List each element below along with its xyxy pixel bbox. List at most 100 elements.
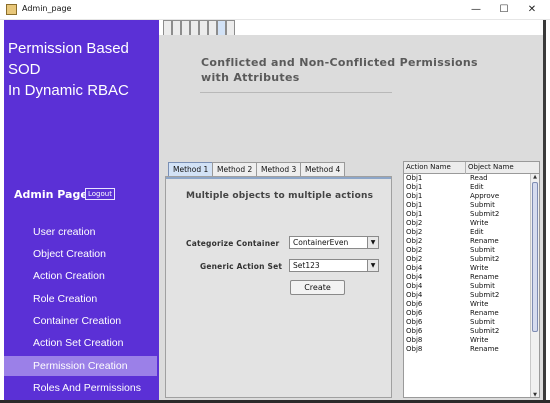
table-row[interactable]: Obj2 Edit: [404, 228, 530, 237]
cell-object-name: Submit: [470, 318, 495, 326]
cell-object-name: Write: [470, 219, 489, 227]
table-row[interactable]: Obj1 Approve: [404, 192, 530, 201]
cell-action-name: Obj1: [406, 192, 423, 200]
table-row[interactable]: Obj6 Rename: [404, 309, 530, 318]
close-button[interactable]: ✕: [518, 2, 546, 18]
brand-line-1: Permission Based SOD: [8, 40, 129, 78]
cell-object-name: Submit: [470, 282, 495, 290]
cell-action-name: Obj6: [406, 300, 423, 308]
create-button[interactable]: Create: [290, 280, 345, 295]
window-title: Admin_page: [22, 4, 72, 13]
cell-object-name: Submit: [470, 201, 495, 209]
cell-action-name: Obj4: [406, 273, 423, 281]
cell-object-name: Write: [470, 300, 489, 308]
table-row[interactable]: Obj2 Submit: [404, 246, 530, 255]
top-tab[interactable]: [190, 20, 199, 35]
cell-object-name: Rename: [470, 345, 499, 353]
sidebar-item-action-creation[interactable]: Action Creation: [4, 266, 157, 286]
permissions-table[interactable]: Action Name Object Name Obj1 Read Obj1 Edit…: [403, 161, 540, 398]
sidebar-item-user-creation[interactable]: User creation: [4, 222, 157, 242]
top-tab-strip: [163, 20, 241, 35]
cell-action-name: Obj8: [406, 336, 423, 344]
container-select[interactable]: ContainerEven ▼: [289, 236, 379, 249]
page-title: Conflicted and Non-Conflicted Permission…: [201, 55, 478, 85]
top-tab[interactable]: [226, 20, 235, 35]
title-divider: [200, 92, 392, 93]
cell-object-name: Submit2: [470, 255, 500, 263]
sidebar-item-roles-and-permissions[interactable]: Roles And Permissions: [4, 378, 157, 398]
sidebar-item-container-creation[interactable]: Container Creation: [4, 311, 157, 331]
tab-method-4[interactable]: Method 4: [300, 162, 346, 176]
column-header-object-name[interactable]: Object Name: [466, 162, 534, 174]
sidebar-item-action-set-creation[interactable]: Action Set Creation: [4, 333, 157, 353]
action-set-select-value: Set123: [293, 261, 320, 270]
scroll-up-icon[interactable]: ▲: [531, 174, 539, 181]
cell-action-name: Obj8: [406, 345, 423, 353]
sidebar-item-permission-creation[interactable]: Permission Creation: [4, 356, 157, 376]
scroll-thumb[interactable]: [532, 182, 538, 332]
table-row[interactable]: Obj8 Rename: [404, 345, 530, 354]
top-tab-active[interactable]: [217, 20, 226, 35]
admin-page-label: Admin Page: [14, 188, 88, 201]
table-body: Obj1 Read Obj1 Edit Obj1 Approve Obj1 Submit Obj…: [404, 174, 530, 354]
cell-object-name: Edit: [470, 228, 484, 236]
cell-action-name: Obj2: [406, 255, 423, 263]
cell-object-name: Edit: [470, 183, 484, 191]
scroll-down-icon[interactable]: ▼: [531, 392, 539, 397]
cell-action-name: Obj2: [406, 246, 423, 254]
cell-object-name: Submit2: [470, 210, 500, 218]
table-scrollbar[interactable]: ▲ ▼: [530, 174, 539, 397]
tab-method-3[interactable]: Method 3: [256, 162, 302, 176]
method-1-panel: Multiple objects to multiple actions Cat…: [165, 176, 392, 398]
cell-object-name: Write: [470, 336, 489, 344]
action-set-select[interactable]: Set123 ▼: [289, 259, 379, 272]
container-select-value: ContainerEven: [293, 238, 349, 247]
table-row[interactable]: Obj6 Submit2: [404, 327, 530, 336]
minimize-button[interactable]: —: [462, 2, 490, 18]
chevron-down-icon[interactable]: ▼: [367, 260, 378, 271]
cell-object-name: Submit2: [470, 291, 500, 299]
table-row[interactable]: Obj2 Rename: [404, 237, 530, 246]
table-row[interactable]: Obj1 Submit2: [404, 210, 530, 219]
sidebar-item-object-creation[interactable]: Object Creation: [4, 244, 157, 264]
cell-object-name: Submit2: [470, 327, 500, 335]
table-row[interactable]: Obj1 Read: [404, 174, 530, 183]
window-titlebar: Admin_page — ☐ ✕: [0, 0, 550, 20]
cell-action-name: Obj2: [406, 228, 423, 236]
cell-action-name: Obj6: [406, 327, 423, 335]
method-subheading: Multiple objects to multiple actions: [186, 191, 374, 201]
cell-object-name: Submit: [470, 246, 495, 254]
table-row[interactable]: Obj2 Submit2: [404, 255, 530, 264]
cell-action-name: Obj1: [406, 183, 423, 191]
cell-action-name: Obj1: [406, 210, 423, 218]
tab-method-2[interactable]: Method 2: [212, 162, 258, 176]
table-row[interactable]: Obj8 Write: [404, 336, 530, 345]
table-row[interactable]: Obj6 Submit: [404, 318, 530, 327]
maximize-button[interactable]: ☐: [490, 2, 518, 18]
app-icon: [6, 4, 17, 15]
table-row[interactable]: Obj4 Rename: [404, 273, 530, 282]
table-row[interactable]: Obj4 Submit2: [404, 291, 530, 300]
top-tab[interactable]: [172, 20, 181, 35]
cell-action-name: Obj6: [406, 309, 423, 317]
table-row[interactable]: Obj2 Write: [404, 219, 530, 228]
table-row[interactable]: Obj4 Write: [404, 264, 530, 273]
table-row[interactable]: Obj6 Write: [404, 300, 530, 309]
cell-object-name: Approve: [470, 192, 500, 200]
top-tab[interactable]: [163, 20, 172, 35]
cell-action-name: Obj4: [406, 291, 423, 299]
column-header-action-name[interactable]: Action Name: [404, 162, 466, 174]
cell-action-name: Obj4: [406, 264, 423, 272]
logout-button[interactable]: Logout: [85, 188, 115, 200]
sidebar-item-role-creation[interactable]: Role Creation: [4, 289, 157, 309]
top-tab[interactable]: [199, 20, 208, 35]
tab-method-1[interactable]: Method 1: [168, 162, 214, 176]
table-row[interactable]: Obj4 Submit: [404, 282, 530, 291]
table-row[interactable]: Obj1 Edit: [404, 183, 530, 192]
cell-object-name: Write: [470, 264, 489, 272]
table-row[interactable]: Obj1 Submit: [404, 201, 530, 210]
top-tab[interactable]: [208, 20, 217, 35]
chevron-down-icon[interactable]: ▼: [367, 237, 378, 248]
table-header: Action Name Object Name: [404, 162, 539, 174]
top-tab[interactable]: [181, 20, 190, 35]
